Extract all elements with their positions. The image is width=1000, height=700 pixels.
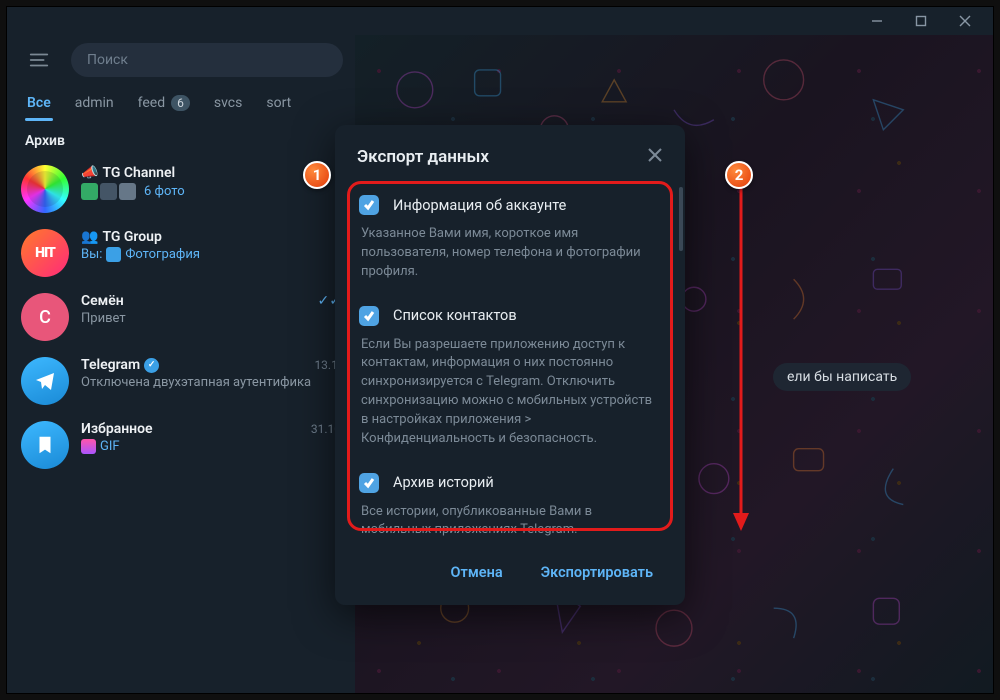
tab-sort[interactable]: sort <box>264 89 293 121</box>
chat-item[interactable]: Telegram ✓ 13.1. Отключена двухэтапная а… <box>7 349 355 413</box>
hamburger-menu-button[interactable] <box>23 44 55 76</box>
export-option-account-info: Информация об аккаунте Указанное Вами им… <box>349 185 673 296</box>
option-description: Все истории, опубликованные Вами в мобил… <box>359 503 665 541</box>
chat-list[interactable]: 📣TG Channel 6 фото HIT 👥TG Group Вы: <box>7 157 355 693</box>
tab-admin[interactable]: admin <box>73 89 116 121</box>
tab-feed[interactable]: feed6 <box>136 89 192 121</box>
chat-item[interactable]: 📣TG Channel 6 фото <box>7 157 355 221</box>
window-close-button[interactable] <box>943 7 987 35</box>
titlebar <box>7 7 993 35</box>
option-row[interactable]: Список контактов <box>359 306 665 326</box>
app-window: Поиск Все admin feed6 svcs sort Архив 📣T… <box>6 6 994 694</box>
avatar <box>21 357 69 405</box>
folder-tabs: Все admin feed6 svcs sort <box>7 85 355 121</box>
option-description: Если Вы разрешаете приложению доступ к к… <box>359 336 665 449</box>
annotation-arrow-icon <box>733 187 753 533</box>
sidebar: Поиск Все admin feed6 svcs sort Архив 📣T… <box>7 35 355 693</box>
tab-svcs[interactable]: svcs <box>212 89 244 121</box>
avatar: С <box>21 293 69 341</box>
option-label: Архив историй <box>393 474 494 491</box>
chat-title: Telegram ✓ <box>81 357 159 373</box>
option-description: Указанное Вами имя, короткое имя пользов… <box>359 225 665 282</box>
chat-preview: Привет <box>81 311 341 326</box>
chat-item[interactable]: Избранное 31.10 GIF <box>7 413 355 477</box>
export-dialog: Экспорт данных Информация об аккаунте Ук… <box>335 125 685 605</box>
empty-chat-hint: ели бы написать <box>773 363 911 391</box>
annotation-badge-2: 2 <box>725 161 753 189</box>
archive-section-label: Архив <box>7 121 355 157</box>
chat-preview: 6 фото <box>81 183 341 200</box>
avatar <box>21 421 69 469</box>
tab-all[interactable]: Все <box>25 89 53 121</box>
tab-feed-badge: 6 <box>171 95 190 111</box>
window-minimize-button[interactable] <box>855 7 899 35</box>
chat-title: 👥TG Group <box>81 229 162 245</box>
window-maximize-button[interactable] <box>899 7 943 35</box>
export-option-contacts: Список контактов Если Вы разрешаете прил… <box>349 296 673 463</box>
dialog-title: Экспорт данных <box>357 147 489 167</box>
gif-thumb-icon <box>81 439 96 454</box>
export-button[interactable]: Экспортировать <box>527 556 667 589</box>
verified-icon: ✓ <box>144 358 159 373</box>
search-placeholder: Поиск <box>87 52 128 68</box>
chat-title: 📣TG Channel <box>81 165 175 181</box>
chat-title: Семён <box>81 293 124 309</box>
dialog-close-button[interactable] <box>643 143 667 171</box>
option-label: Информация об аккаунте <box>393 197 566 214</box>
option-label: Список контактов <box>393 307 517 324</box>
export-option-story-archive: Архив историй Все истории, опубликованны… <box>349 463 673 542</box>
group-icon: 👥 <box>81 229 98 245</box>
chat-title: Избранное <box>81 421 153 437</box>
annotation-badge-1: 1 <box>303 161 331 189</box>
chat-item[interactable]: HIT 👥TG Group Вы: Фотография <box>7 221 355 285</box>
photo-thumb-icon <box>106 247 121 262</box>
cancel-button[interactable]: Отмена <box>437 556 517 589</box>
megaphone-icon: 📣 <box>81 165 98 181</box>
option-row[interactable]: Информация об аккаунте <box>359 195 665 215</box>
export-options[interactable]: Информация об аккаунте Указанное Вами им… <box>349 185 683 542</box>
search-input[interactable]: Поиск <box>71 43 343 77</box>
chat-preview: Отключена двухэтапная аутентифика <box>81 375 341 390</box>
chat-preview: Вы: Фотография <box>81 247 341 262</box>
avatar: HIT <box>21 229 69 277</box>
checkbox-checked[interactable] <box>359 306 379 326</box>
checkbox-checked[interactable] <box>359 473 379 493</box>
option-row[interactable]: Архив историй <box>359 473 665 493</box>
chat-item[interactable]: С Семён ✓✓ Привет <box>7 285 355 349</box>
checkbox-checked[interactable] <box>359 195 379 215</box>
chat-preview: GIF <box>81 439 341 454</box>
avatar <box>21 165 69 213</box>
